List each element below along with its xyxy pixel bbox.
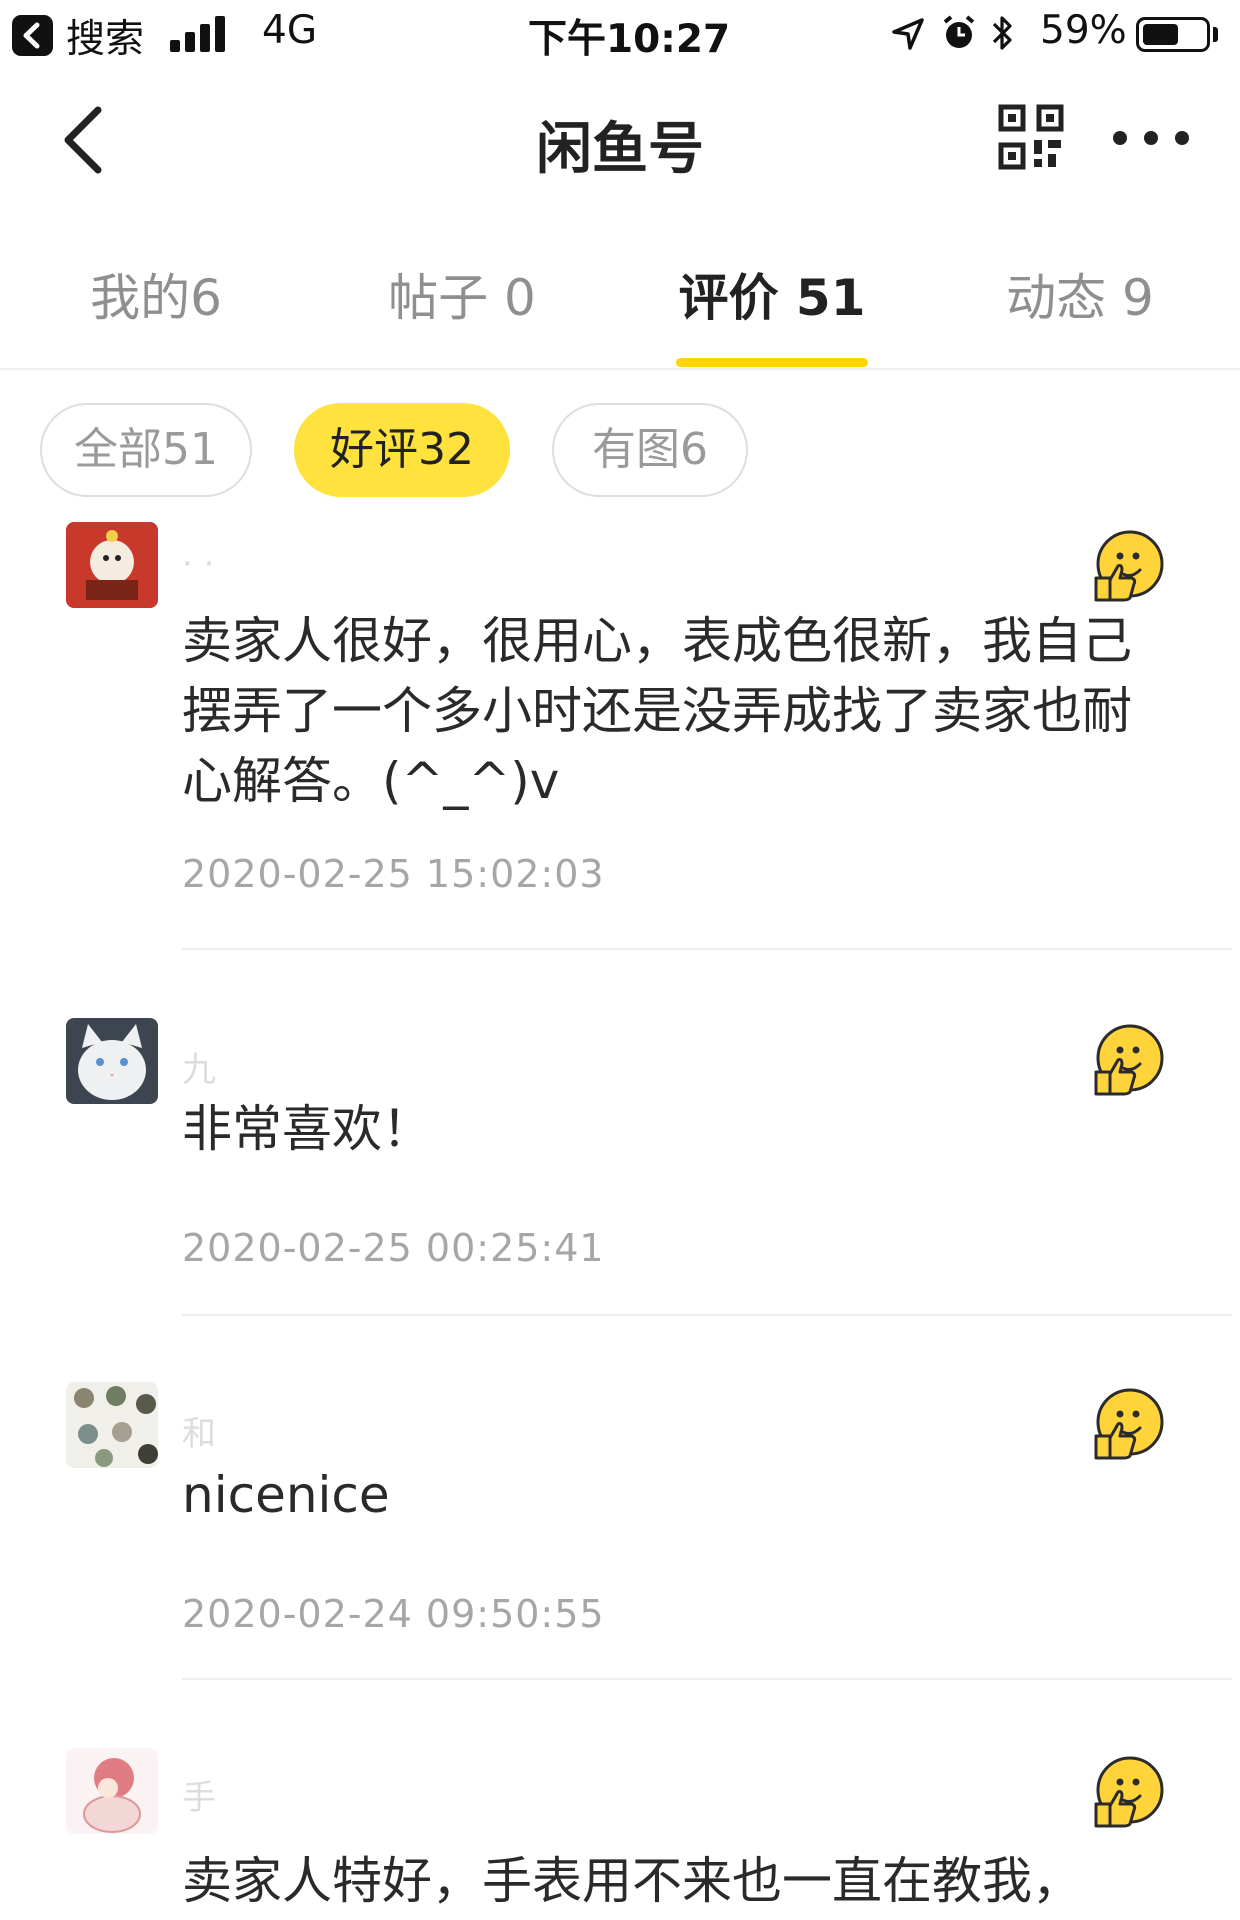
active-tab-indicator bbox=[676, 358, 868, 367]
username: · · bbox=[182, 544, 215, 584]
thumbs-up-emoji-icon bbox=[1090, 1756, 1166, 1832]
status-time: 下午10:27 bbox=[528, 17, 731, 62]
thumbs-up-emoji-icon bbox=[1090, 1024, 1166, 1100]
location-icon bbox=[892, 18, 924, 50]
divider bbox=[182, 948, 1232, 950]
review-content: 卖家人很好，很用心，表成色很新，我自己摆弄了一个多小时还是没弄成找了卖家也耐心解… bbox=[182, 612, 1132, 810]
tab-bar: 我的6 帖子 0 评价 51 动态 9 bbox=[0, 240, 1240, 370]
review-content: 卖家人特好，手表用不来也一直在教我， bbox=[182, 1852, 1082, 1910]
more-button[interactable] bbox=[1108, 118, 1194, 158]
back-app-label[interactable]: 搜索 bbox=[66, 8, 144, 64]
divider bbox=[182, 1314, 1232, 1316]
tab-activity[interactable]: 动态 9 bbox=[930, 258, 1230, 330]
review-time: 2020-02-24 09:50:55 bbox=[182, 1592, 605, 1636]
battery-fill bbox=[1143, 24, 1178, 45]
review-item[interactable]: 和 nicenice 2020-02-24 09:50:55 bbox=[0, 1382, 1240, 1682]
review-item[interactable]: · · 卖家人很好，很用心，表成色很新，我自己摆弄了一个多小时还是没弄成找了卖家… bbox=[0, 522, 1240, 952]
avatar[interactable] bbox=[66, 1018, 158, 1104]
thumbs-up-emoji-icon bbox=[1090, 530, 1166, 606]
username: 和 bbox=[182, 1414, 216, 1454]
network-type: 4G bbox=[262, 8, 318, 53]
battery-tip bbox=[1213, 27, 1218, 42]
review-content: 非常喜欢！ bbox=[182, 1100, 432, 1158]
tab-mine[interactable]: 我的6 bbox=[6, 258, 306, 330]
tab-reviews[interactable]: 评价 51 bbox=[622, 258, 922, 330]
username: 手 bbox=[182, 1778, 216, 1818]
status-bar: 搜索 4G 下午10:27 59% bbox=[0, 0, 1240, 66]
alarm-icon bbox=[943, 15, 975, 48]
filter-with-images[interactable]: 有图6 bbox=[552, 403, 748, 497]
filter-all[interactable]: 全部51 bbox=[40, 403, 252, 497]
review-time: 2020-02-25 00:25:41 bbox=[182, 1226, 605, 1270]
review-item[interactable]: 手 卖家人特好，手表用不来也一直在教我， bbox=[0, 1748, 1240, 1920]
avatar[interactable] bbox=[66, 1748, 158, 1834]
review-item[interactable]: 九 非常喜欢！ 2020-02-25 00:25:41 bbox=[0, 1018, 1240, 1318]
battery-icon bbox=[1136, 17, 1210, 52]
more-dots-icon bbox=[1113, 131, 1189, 145]
review-content: nicenice bbox=[182, 1466, 390, 1524]
qr-code-icon bbox=[998, 104, 1064, 170]
signal-icon bbox=[170, 14, 226, 52]
tab-posts[interactable]: 帖子 0 bbox=[312, 258, 612, 330]
nav-bar: 闲鱼号 bbox=[0, 80, 1240, 200]
review-time: 2020-02-25 15:02:03 bbox=[182, 852, 605, 896]
battery-percent: 59% bbox=[1040, 8, 1127, 53]
divider bbox=[182, 1678, 1232, 1680]
qr-code-button[interactable] bbox=[998, 104, 1064, 170]
back-to-app-icon[interactable] bbox=[12, 15, 53, 56]
avatar[interactable] bbox=[66, 522, 158, 608]
username: 九 bbox=[182, 1050, 216, 1090]
thumbs-up-emoji-icon bbox=[1090, 1388, 1166, 1464]
filter-positive[interactable]: 好评32 bbox=[294, 403, 510, 497]
bluetooth-icon bbox=[992, 16, 1012, 50]
avatar[interactable] bbox=[66, 1382, 158, 1468]
